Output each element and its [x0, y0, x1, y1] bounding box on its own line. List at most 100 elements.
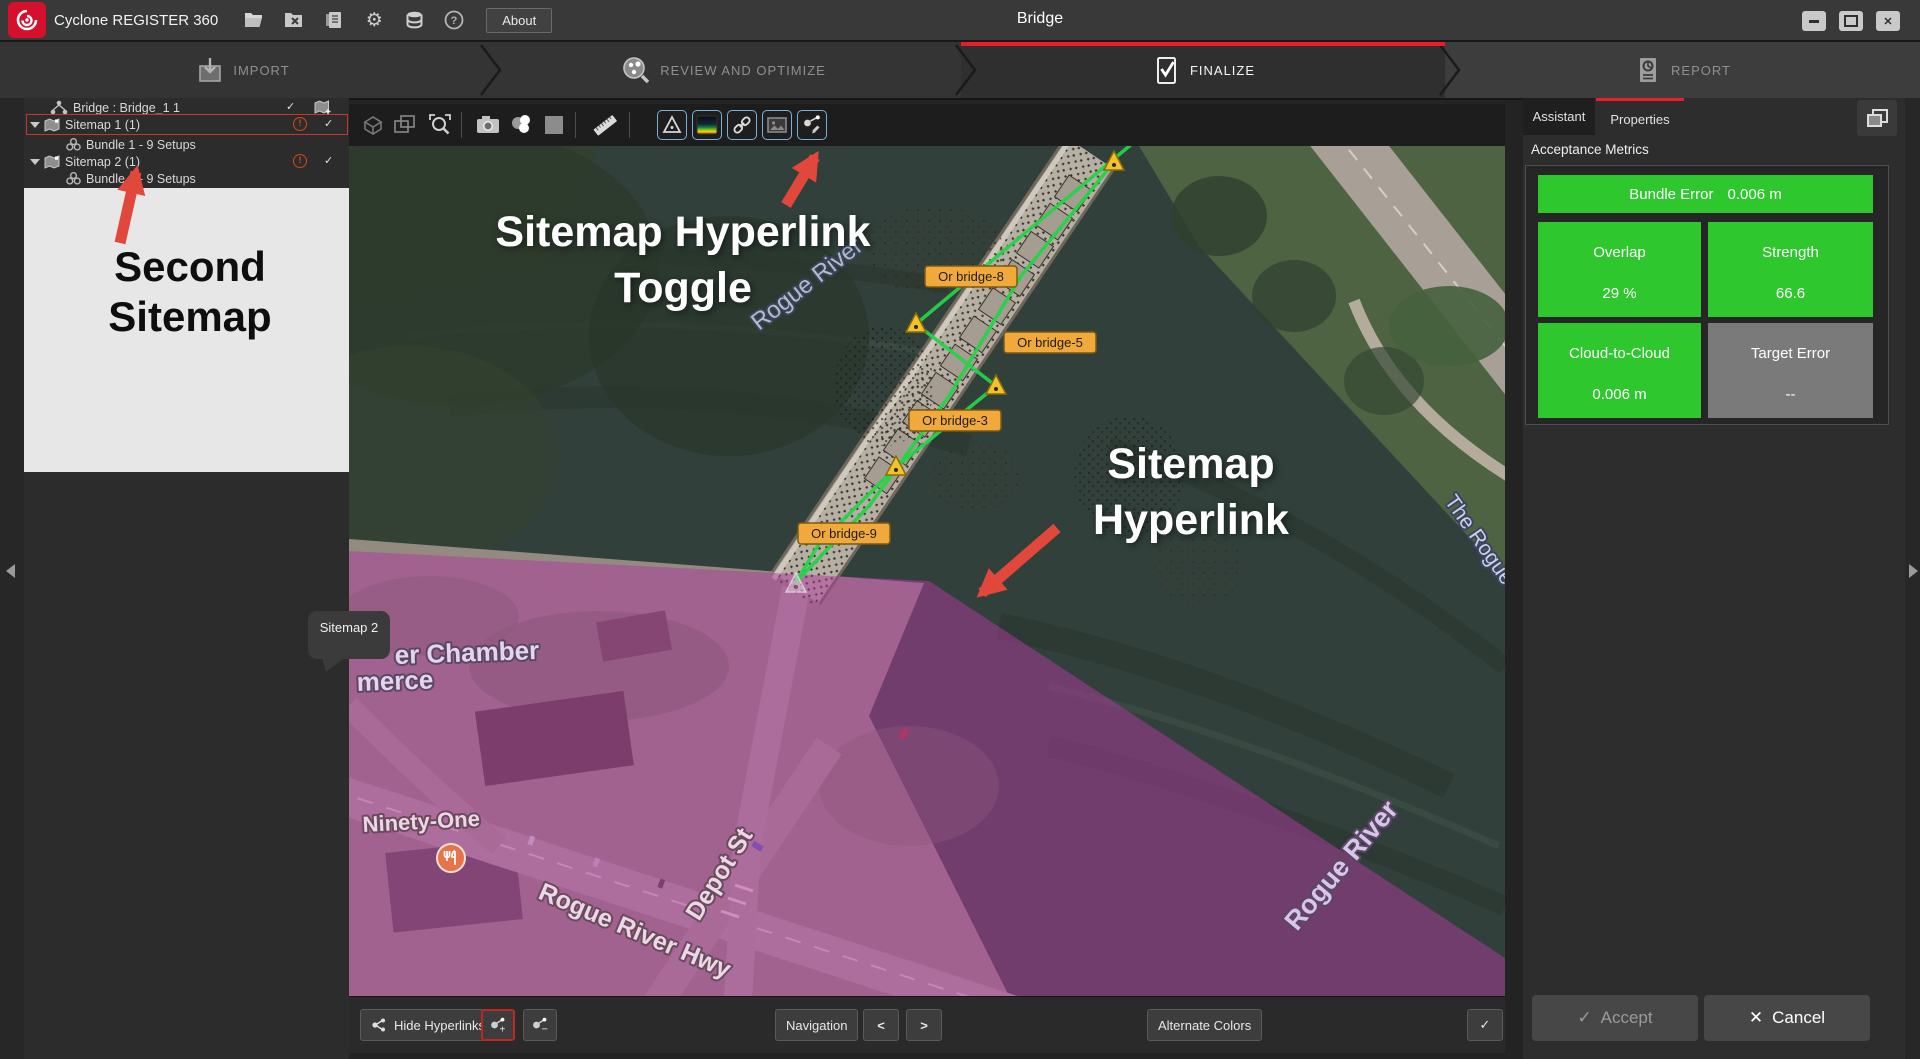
- active-tab-indicator: [961, 42, 1445, 46]
- toolbar-separator: [461, 112, 462, 138]
- strength-value: 66.6: [1708, 285, 1873, 302]
- strength-tile: Strength 66.6: [1708, 222, 1873, 317]
- sitemap-icon: [44, 155, 60, 169]
- restaurant-poi-icon: [437, 844, 465, 872]
- links-toggle[interactable]: [727, 110, 757, 140]
- about-button[interactable]: About: [486, 8, 552, 33]
- alternate-colors-button[interactable]: Alternate Colors: [1147, 1009, 1262, 1041]
- cancel-button[interactable]: ✕ Cancel: [1704, 995, 1870, 1041]
- cloud-to-cloud-value: 0.006 m: [1538, 386, 1701, 403]
- toggle-annotation: Sitemap Hyperlink Toggle: [463, 204, 903, 316]
- collapse-left-panel-arrow[interactable]: [6, 564, 15, 578]
- tab-review-optimize[interactable]: REVIEW AND OPTIMIZE: [486, 42, 961, 98]
- warning-icon: !: [293, 117, 307, 131]
- collapse-caret-icon[interactable]: [30, 159, 40, 165]
- svg-text:merce: merce: [356, 664, 434, 697]
- cluster-view-icon[interactable]: [509, 113, 533, 137]
- target-error-label: Target Error: [1708, 345, 1873, 362]
- target-error-tile: Target Error --: [1708, 323, 1873, 418]
- tree-item-bundle1[interactable]: Bundle 1 - 9 Setups: [28, 136, 384, 153]
- toolbar-separator: [575, 112, 576, 138]
- close-project-icon[interactable]: [283, 9, 305, 31]
- confirm-button[interactable]: ✓: [1467, 1009, 1503, 1041]
- tab-import-label: IMPORT: [233, 63, 289, 78]
- properties-panel: Assistant Properties Acceptance Metrics …: [1523, 98, 1905, 1059]
- images-toggle[interactable]: [762, 110, 792, 140]
- bundle-error-value: 0.006 m: [1728, 186, 1782, 203]
- next-button[interactable]: >: [906, 1009, 942, 1041]
- cloud-to-cloud-label: Cloud-to-Cloud: [1538, 345, 1701, 362]
- tree-item-sitemap2[interactable]: Sitemap 2 (1) ! ✓: [28, 153, 348, 170]
- acceptance-metrics-title: Acceptance Metrics: [1531, 142, 1649, 157]
- title-bar: Cyclone REGISTER 360 ⚙ ? About Bridge ✕: [0, 0, 1920, 42]
- collapse-right-panel-arrow[interactable]: [1909, 564, 1918, 578]
- settings-gear-icon[interactable]: ⚙: [363, 9, 385, 31]
- check-icon[interactable]: ✓: [324, 117, 333, 130]
- map-bottom-toolbar: Hide Hyperlinks + − Navigation < > Alter…: [349, 996, 1505, 1053]
- panel-layout-button[interactable]: [1857, 100, 1897, 136]
- check-icon[interactable]: ✓: [324, 154, 333, 167]
- warning-icon: !: [293, 154, 307, 168]
- cyclone-logo-icon: [8, 2, 46, 38]
- close-button[interactable]: ✕: [1876, 11, 1900, 31]
- add-hyperlink-button[interactable]: +: [481, 1009, 515, 1041]
- svg-text:+: +: [500, 1025, 506, 1035]
- import-icon: [196, 56, 224, 84]
- help-icon[interactable]: ?: [443, 9, 465, 31]
- setup-markers-toggle[interactable]: [657, 110, 687, 140]
- strength-label: Strength: [1708, 244, 1873, 261]
- review-icon: [621, 55, 651, 85]
- zoom-fit-icon[interactable]: [428, 113, 452, 137]
- layout-views-icon[interactable]: [393, 113, 417, 137]
- tab-import[interactable]: IMPORT: [0, 42, 486, 98]
- add-sitemap-icon[interactable]: [314, 100, 332, 115]
- map-toolbar: [349, 104, 1505, 146]
- tree-item-label: Bundle 1 - 9 Setups: [86, 138, 196, 152]
- maximize-button[interactable]: [1839, 11, 1863, 31]
- sitemap-hyperlink-toggle[interactable]: [797, 110, 827, 140]
- overlap-tile: Overlap 29 %: [1538, 222, 1701, 317]
- app-brand: Cyclone REGISTER 360: [54, 12, 218, 29]
- pointcloud-toggle[interactable]: [692, 110, 722, 140]
- open-project-icon[interactable]: [243, 9, 265, 31]
- collapse-caret-icon[interactable]: [30, 122, 40, 128]
- map-canvas-region: Rogue River The Rogue R er Chamber merce…: [349, 100, 1505, 1052]
- workflow-separator: [953, 42, 979, 98]
- sitemap-view[interactable]: Rogue River The Rogue R er Chamber merce…: [349, 146, 1505, 996]
- flythrough-icon[interactable]: [361, 113, 385, 137]
- prev-button[interactable]: <: [863, 1009, 899, 1041]
- accept-button[interactable]: ✓ Accept: [1532, 995, 1698, 1041]
- navigation-mode-button[interactable]: Navigation: [775, 1009, 858, 1041]
- measure-ruler-icon[interactable]: [593, 113, 617, 137]
- tab-report-label: REPORT: [1671, 63, 1731, 78]
- remove-hyperlink-button[interactable]: −: [523, 1009, 557, 1041]
- reports-icon[interactable]: [323, 9, 345, 31]
- hide-hyperlinks-button[interactable]: Hide Hyperlinks: [360, 1009, 496, 1041]
- workflow-separator: [478, 42, 504, 98]
- target-error-value: --: [1708, 386, 1873, 403]
- tab-assistant[interactable]: Assistant: [1523, 98, 1595, 135]
- fill-square-icon[interactable]: [542, 113, 566, 137]
- tab-properties[interactable]: Properties: [1596, 98, 1684, 138]
- tab-finalize[interactable]: FINALIZE: [961, 42, 1445, 98]
- windows-layout-icon: [1865, 107, 1889, 129]
- hide-hyperlinks-label: Hide Hyperlinks: [394, 1018, 485, 1033]
- bundle-error-label: Bundle Error: [1629, 186, 1713, 203]
- accept-label: Accept: [1601, 1008, 1653, 1028]
- svg-text:−: −: [542, 1024, 548, 1035]
- cancel-label: Cancel: [1772, 1008, 1825, 1028]
- tab-finalize-label: FINALIZE: [1190, 63, 1255, 78]
- tree-item-label: Sitemap 2 (1): [65, 155, 140, 169]
- acceptance-metrics-box: Bundle Error 0.006 m Overlap 29 % Streng…: [1525, 165, 1889, 425]
- minimize-button[interactable]: [1802, 11, 1826, 31]
- tab-report[interactable]: REPORT: [1445, 42, 1920, 98]
- storage-icon[interactable]: [403, 9, 425, 31]
- tree-item-sitemap1[interactable]: Sitemap 1 (1) ! ✓: [28, 116, 348, 133]
- snapshot-camera-icon[interactable]: [476, 113, 500, 137]
- check-icon[interactable]: ✓: [286, 100, 295, 113]
- tree-item-bundle2[interactable]: Bundle 2 - 9 Setups: [28, 170, 384, 187]
- sitemap-tooltip: Sitemap 2: [308, 611, 390, 659]
- app-window: Cyclone REGISTER 360 ⚙ ? About Bridge ✕ …: [0, 0, 1920, 1059]
- toolbar-separator: [629, 112, 630, 138]
- project-title: Bridge: [960, 10, 1120, 28]
